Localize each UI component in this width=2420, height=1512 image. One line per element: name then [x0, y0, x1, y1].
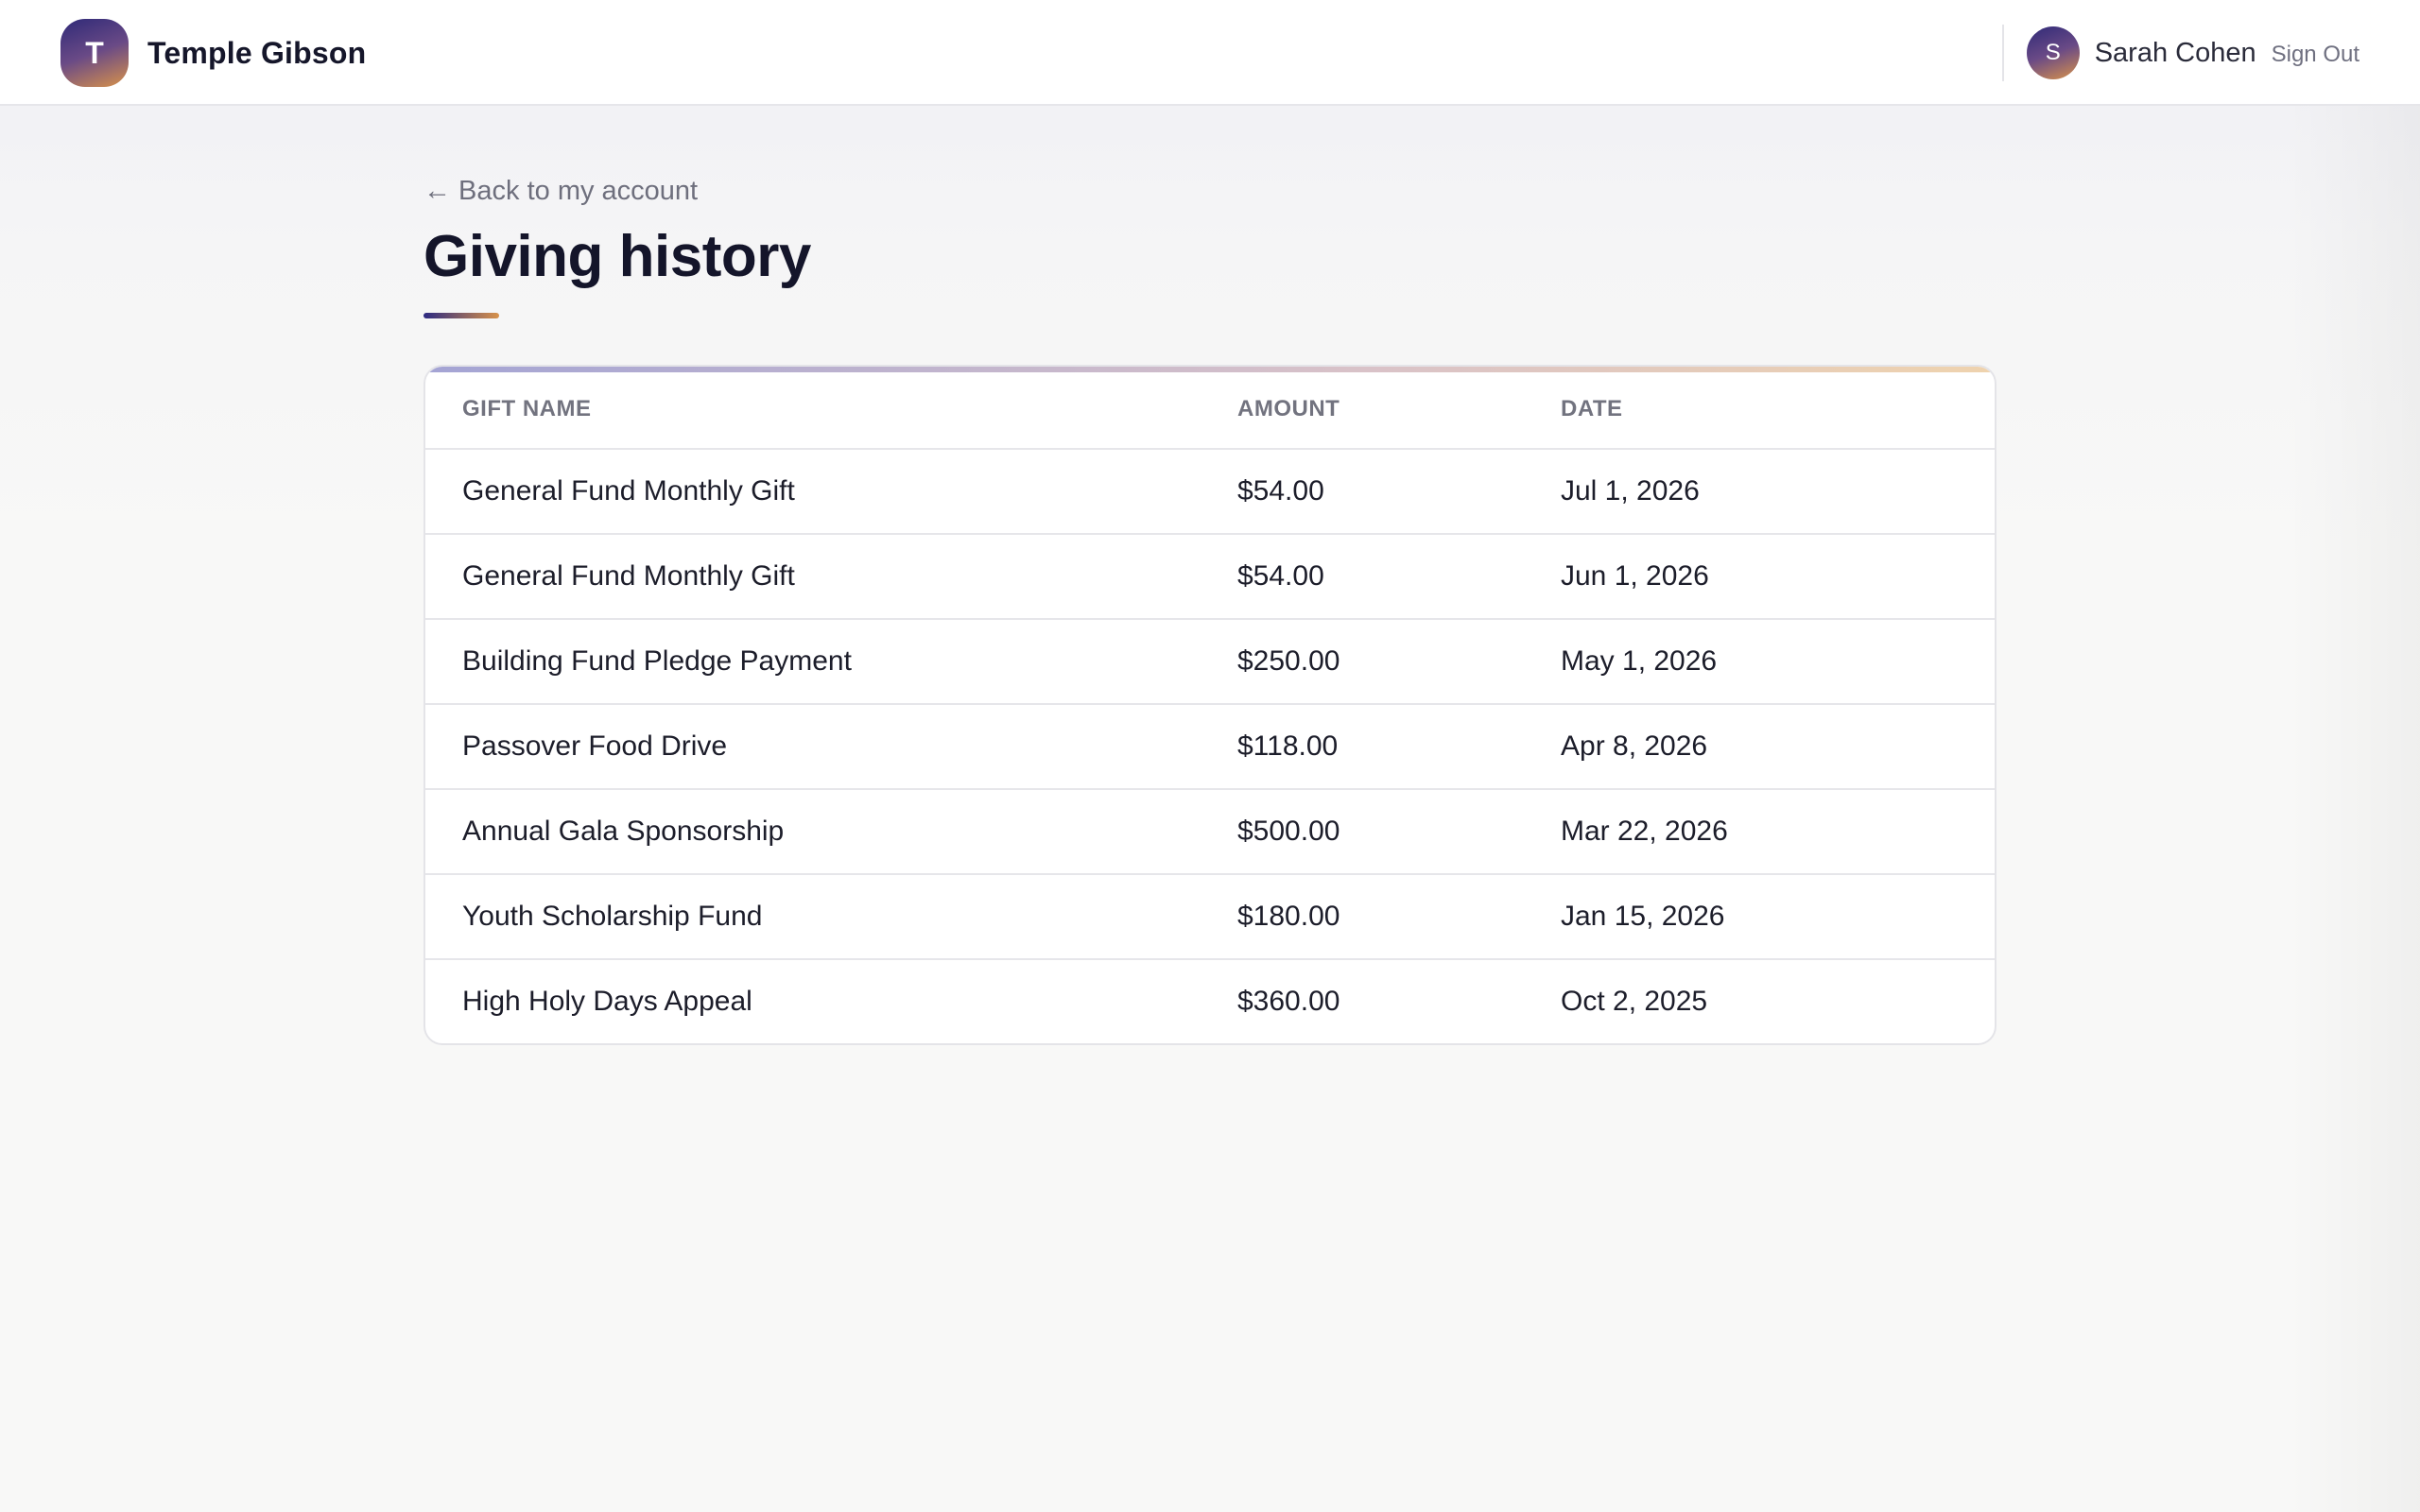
date-cell: Oct 2, 2025: [1561, 986, 1708, 1017]
gift-name-cell: General Fund Monthly Gift: [425, 534, 1237, 620]
column-header-date: DATE: [1561, 367, 1995, 450]
brand[interactable]: T Temple Gibson: [60, 19, 366, 87]
brand-name: Temple Gibson: [147, 35, 367, 70]
amount-cell: $54.00: [1237, 449, 1561, 535]
title-underline: [424, 313, 499, 318]
table-row: Building Fund Pledge Payment $250.00 May…: [425, 619, 1995, 705]
date-cell: Jun 1, 2026: [1561, 534, 1995, 620]
gift-name-cell: General Fund Monthly Gift: [425, 449, 1237, 535]
table-row: Annual Gala Sponsorship $500.00 Mar 22, …: [425, 789, 1995, 875]
gift-name-cell: High Holy Days Appeal: [462, 986, 752, 1017]
date-cell: Jul 1, 2026: [1561, 449, 1995, 535]
amount-cell: $118.00: [1237, 704, 1561, 790]
amount-cell: $360.00: [1237, 986, 1340, 1017]
table-row: Youth Scholarship Fund $180.00 Jan 15, 2…: [425, 874, 1995, 960]
user-menu: S Sarah Cohen Sign Out: [2001, 25, 2360, 81]
table-header-row: GIFT NAME AMOUNT DATE: [425, 367, 1995, 450]
user-name: Sarah Cohen: [2094, 37, 2256, 68]
gift-name-cell: Annual Gala Sponsorship: [425, 789, 1237, 875]
amount-cell: $180.00: [1237, 874, 1561, 960]
table-row: General Fund Monthly Gift $54.00 Jun 1, …: [425, 534, 1995, 620]
date-cell: Mar 22, 2026: [1561, 789, 1995, 875]
sign-out-button[interactable]: Sign Out: [2272, 42, 2360, 68]
page-title: Giving history: [424, 224, 811, 289]
amount-cell: $54.00: [1237, 534, 1561, 620]
table-row: High Holy Days Appeal $360.00 Oct 2, 202…: [425, 959, 1995, 1043]
giving-history-table: GIFT NAME AMOUNT DATE General Fund Month…: [425, 367, 1995, 1043]
date-cell: May 1, 2026: [1561, 619, 1995, 705]
gift-name-cell: Building Fund Pledge Payment: [425, 619, 1237, 705]
table-row: Passover Food Drive $118.00 Apr 8, 2026: [425, 704, 1995, 790]
date-cell: Apr 8, 2026: [1561, 704, 1995, 790]
header-divider: [2001, 25, 2004, 81]
brand-logo: T: [60, 19, 129, 87]
avatar[interactable]: S: [2026, 26, 2080, 79]
amount-cell: $250.00: [1237, 619, 1561, 705]
table-row: General Fund Monthly Gift $54.00 Jul 1, …: [425, 449, 1995, 535]
back-to-account-link[interactable]: ← Back to my account: [424, 176, 698, 207]
amount-cell: $500.00: [1237, 789, 1561, 875]
top-header: T Temple Gibson S Sarah Cohen Sign Out: [0, 0, 2420, 106]
gift-name-cell: Passover Food Drive: [425, 704, 1237, 790]
giving-history-table-card: GIFT NAME AMOUNT DATE General Fund Month…: [424, 365, 1996, 1045]
page-edge-shade: [2288, 106, 2420, 1512]
column-header-gift-name: GIFT NAME: [425, 367, 1237, 450]
column-header-amount: AMOUNT: [1237, 367, 1561, 450]
gift-name-cell: Youth Scholarship Fund: [425, 874, 1237, 960]
date-cell: Jan 15, 2026: [1561, 874, 1995, 960]
